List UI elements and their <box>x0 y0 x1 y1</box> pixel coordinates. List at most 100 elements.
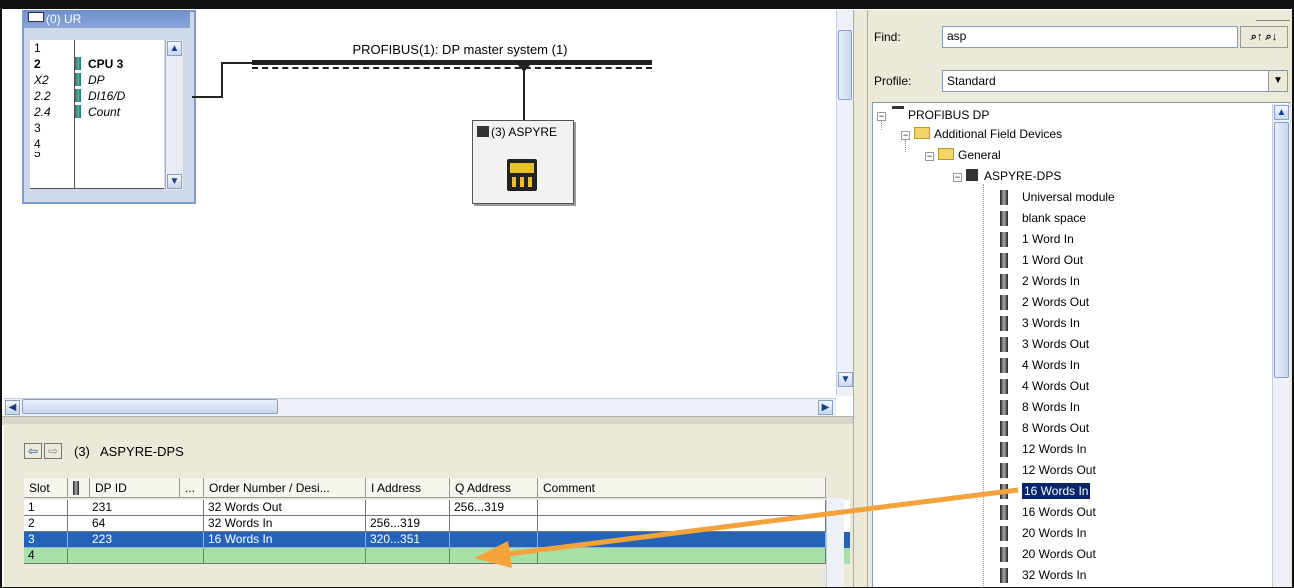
rack-row[interactable]: 3 <box>30 120 164 137</box>
chevron-down-icon[interactable]: ▼ <box>1268 71 1287 91</box>
scroll-thumb[interactable] <box>838 30 852 100</box>
column-header[interactable]: Comment <box>538 478 826 498</box>
cell-order <box>204 548 366 564</box>
collapse-icon[interactable]: − <box>877 112 886 121</box>
tree-module-item[interactable]: 32 Words In <box>1000 566 1086 584</box>
tree-node-label: Additional Field Devices <box>934 127 1063 141</box>
scroll-thumb[interactable] <box>22 399 278 414</box>
rack-slot: 2.4 <box>34 105 51 119</box>
scroll-up-icon[interactable]: ▲ <box>1274 105 1289 120</box>
profibus-line[interactable] <box>252 60 652 65</box>
tree-node-label: 4 Words In <box>1022 358 1080 372</box>
dp-wire <box>221 62 223 98</box>
cell-dp-id: 64 <box>68 516 204 532</box>
tree-module-item[interactable]: 3 Words In <box>1000 314 1080 332</box>
module-icon <box>1000 232 1008 247</box>
tree-node-label: 3 Words Out <box>1022 337 1090 351</box>
forward-arrow-icon[interactable]: ⇨ <box>44 443 62 459</box>
tree-module-item-selected[interactable]: 16 Words In <box>1000 482 1091 500</box>
column-header[interactable]: DP ID <box>90 478 180 498</box>
detail-scrollbar[interactable] <box>826 498 844 588</box>
station-icon <box>477 126 489 137</box>
column-header[interactable] <box>68 478 90 498</box>
folder-icon <box>938 148 954 160</box>
tree-module-item[interactable]: 8 Words Out <box>1000 419 1089 437</box>
tree-node-aspyre-dps[interactable]: ASPYRE-DPS <box>966 167 1061 185</box>
tree-module-item[interactable]: 16 Words Out <box>1000 503 1096 521</box>
rack-slot: 2.2 <box>34 89 51 103</box>
cell-slot: 4 <box>24 548 68 564</box>
profile-select[interactable]: Standard ▼ <box>942 70 1288 92</box>
cell-slot: 3 <box>24 532 68 548</box>
rack-row[interactable]: 2.4 Count <box>30 104 164 121</box>
tree-node-label: 2 Words Out <box>1022 295 1090 309</box>
table-row[interactable]: 2 64 32 Words In 256...319 <box>24 516 850 532</box>
rack-slot: 5 <box>34 152 41 160</box>
tree-node-label: 2 Words In <box>1022 274 1080 288</box>
table-row[interactable]: 4 <box>24 548 850 564</box>
tree-module-item[interactable]: 2 Words In <box>1000 272 1080 290</box>
tree-module-item[interactable]: 1 Word Out <box>1000 251 1083 269</box>
tree-node-label: 12 Words Out <box>1022 463 1096 477</box>
rack-scrollbar[interactable]: ▲ ▼ <box>165 40 183 190</box>
tree-module-item[interactable]: 20 Words Out <box>1000 545 1096 563</box>
bus-connector-icon <box>517 64 531 72</box>
tree-node-label: 1 Word In <box>1022 232 1074 246</box>
tree-scrollbar[interactable]: ▲ <box>1272 104 1290 588</box>
column-header[interactable]: Order Number / Desi... <box>204 478 366 498</box>
scroll-left-icon[interactable]: ◀ <box>5 400 20 415</box>
find-prev-icon[interactable]: ⌕↓ <box>1266 31 1278 43</box>
tree-node-label: 20 Words In <box>1022 526 1087 540</box>
pane-border <box>853 10 868 588</box>
rack-icon <box>28 12 44 22</box>
scroll-up-icon[interactable]: ▲ <box>167 41 182 56</box>
find-input[interactable]: asp <box>942 26 1238 48</box>
rack-row[interactable]: 1 <box>30 40 164 57</box>
tree-module-item[interactable]: 2 Words Out <box>1000 293 1089 311</box>
tree-module-item[interactable]: 12 Words Out <box>1000 461 1096 479</box>
collapse-icon[interactable]: − <box>901 131 910 140</box>
table-row[interactable]: 1 231 32 Words Out 256...319 <box>24 500 850 516</box>
collapse-icon[interactable]: − <box>925 152 934 161</box>
module-icon <box>1000 358 1008 373</box>
rack-slot: 3 <box>34 121 41 135</box>
column-header[interactable]: I Address <box>366 478 450 498</box>
column-header[interactable]: Q Address <box>450 478 538 498</box>
tree-module-item[interactable]: Universal module <box>1000 188 1115 206</box>
cell-comment <box>538 548 826 564</box>
scroll-thumb[interactable] <box>1274 122 1289 378</box>
rack-row[interactable]: X2 DP <box>30 72 164 89</box>
cell-order: 32 Words In <box>204 516 366 532</box>
aspyre-device-node[interactable]: (3) ASPYRE <box>472 120 574 204</box>
tree-node-profibus[interactable]: PROFIBUS DP <box>892 106 989 124</box>
tree-module-item[interactable]: 4 Words Out <box>1000 377 1089 395</box>
tree-node-label: General <box>958 148 1001 162</box>
table-row-selected[interactable]: 3 223 16 Words In 320...351 <box>24 532 850 548</box>
window-controls[interactable] <box>1256 10 1290 21</box>
tree-module-item[interactable]: 1 Word In <box>1000 230 1074 248</box>
find-buttons[interactable]: ⌕↑ ⌕↓ <box>1240 26 1288 48</box>
rack-row[interactable]: 2.2 DI16/D <box>30 88 164 105</box>
tree-module-item[interactable]: blank space <box>1000 209 1086 227</box>
rack-row[interactable]: 4 <box>30 136 164 153</box>
back-arrow-icon[interactable]: ⇦ <box>24 443 42 459</box>
tree-node-general[interactable]: General <box>938 146 1001 164</box>
rack-title-bar[interactable]: (0) UR <box>24 10 190 28</box>
column-header[interactable]: ... <box>180 478 204 498</box>
find-next-icon[interactable]: ⌕↑ <box>1251 31 1263 43</box>
collapse-icon[interactable]: − <box>953 173 962 182</box>
rack-row[interactable]: 5 <box>30 152 164 189</box>
tree-module-item[interactable]: 3 Words Out <box>1000 335 1089 353</box>
module-icon <box>73 481 79 495</box>
tree-module-item[interactable]: 20 Words In <box>1000 524 1086 542</box>
tree-module-item[interactable]: 12 Words In <box>1000 440 1086 458</box>
scroll-down-icon[interactable]: ▼ <box>838 372 853 387</box>
tree-node-additional-field-devices[interactable]: Additional Field Devices <box>914 125 1062 143</box>
rack-row[interactable]: 2 CPU 3 <box>30 56 164 73</box>
module-icon <box>1000 484 1008 499</box>
tree-module-item[interactable]: 4 Words In <box>1000 356 1080 374</box>
column-header[interactable]: Slot <box>24 478 68 498</box>
scroll-right-icon[interactable]: ▶ <box>818 400 833 415</box>
scroll-down-icon[interactable]: ▼ <box>167 174 182 189</box>
tree-module-item[interactable]: 8 Words In <box>1000 398 1080 416</box>
